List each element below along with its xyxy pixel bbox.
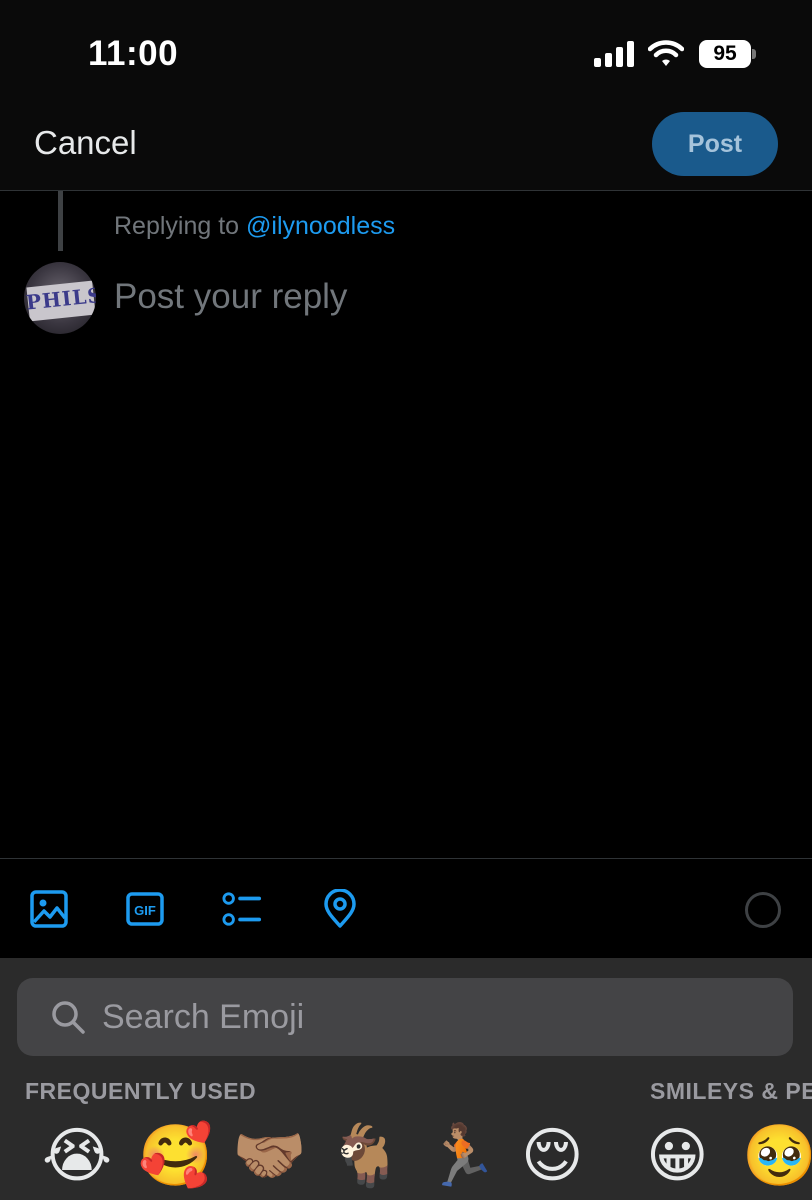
cellular-signal-icon xyxy=(594,41,634,67)
character-count-ring xyxy=(745,892,781,928)
replying-to-label: Replying to @ilynoodless xyxy=(114,212,395,241)
thread-connector-line xyxy=(58,191,63,251)
replying-prefix: Replying to xyxy=(114,212,240,240)
status-bar: 11:00 95 xyxy=(0,0,812,110)
emoji-key[interactable]: 🥹 xyxy=(742,1124,812,1188)
emoji-key[interactable]: 😭 xyxy=(42,1124,112,1188)
section-title-smileys: SMILEYS & PE xyxy=(650,1078,812,1104)
compose-header: Cancel Post xyxy=(0,110,812,191)
section-title-frequently-used: FREQUENTLY USED xyxy=(25,1078,257,1104)
location-icon[interactable] xyxy=(320,889,360,929)
poll-icon[interactable] xyxy=(222,889,262,929)
reply-input[interactable] xyxy=(114,272,754,322)
compose-toolbar: GIF xyxy=(0,858,812,959)
gif-icon-label: GIF xyxy=(134,903,156,918)
emoji-search-field[interactable]: Search Emoji xyxy=(17,978,793,1056)
emoji-key[interactable]: 🏃🏽 xyxy=(424,1124,499,1188)
gif-icon[interactable]: GIF xyxy=(125,889,165,929)
battery-cap xyxy=(752,49,756,59)
battery-level: 95 xyxy=(699,40,751,68)
emoji-keyboard: Search Emoji FREQUENTLY USED SMILEYS & P… xyxy=(0,958,812,1200)
reply-handle-link[interactable]: @ilynoodless xyxy=(246,212,395,240)
cancel-button[interactable]: Cancel xyxy=(34,124,137,162)
emoji-key[interactable]: 😌 xyxy=(521,1124,584,1188)
search-icon xyxy=(52,1001,85,1034)
emoji-key[interactable]: 🥰 xyxy=(138,1124,213,1188)
emoji-key[interactable]: 🤝🏽 xyxy=(232,1124,307,1188)
wifi-icon xyxy=(648,40,684,66)
post-button[interactable]: Post xyxy=(652,112,778,176)
battery-indicator: 95 xyxy=(699,40,756,68)
emoji-key[interactable]: 🐐 xyxy=(328,1124,403,1188)
emoji-key[interactable]: 😀 xyxy=(646,1124,709,1188)
image-icon[interactable] xyxy=(29,889,69,929)
avatar[interactable]: PHILS xyxy=(24,262,96,334)
emoji-search-placeholder: Search Emoji xyxy=(102,998,305,1036)
status-time: 11:00 xyxy=(88,34,179,73)
